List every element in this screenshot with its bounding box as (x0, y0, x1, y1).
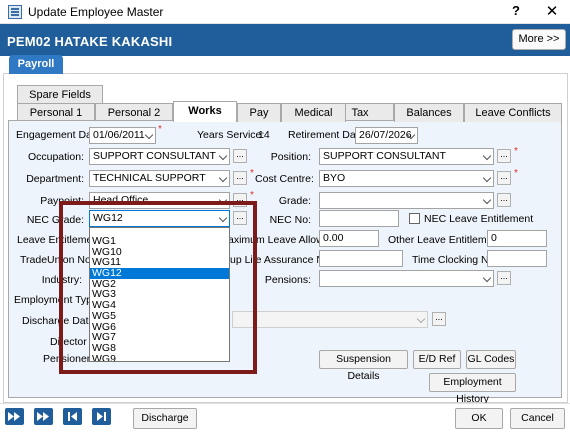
nec-grade-dropdown-list[interactable]: WG1 WG10 WG11 WG12 WG2 WG3 WG4 WG5 WG6 WG7 WG8 WG9 (89, 227, 230, 362)
max-leave-field[interactable]: 0.00 (319, 230, 379, 247)
occupation-label: Occupation: (27, 151, 84, 163)
required-marker: * (514, 168, 518, 179)
window-title: Update Employee Master (28, 5, 164, 19)
pensions-lookup-button[interactable]: ... (497, 271, 511, 285)
employment-history-button[interactable]: Employment History (429, 373, 516, 405)
help-button[interactable]: ? (508, 3, 524, 18)
grade-select[interactable] (319, 192, 494, 209)
years-service-value: 14 (258, 129, 270, 141)
industry-label: Industry: (41, 274, 82, 286)
tab-works[interactable]: Works (173, 101, 237, 122)
nec-grade-lookup-button[interactable]: ... (233, 211, 247, 225)
discharge-date-label: Discharge Date: (22, 315, 98, 327)
occupation-lookup-button[interactable]: ... (233, 149, 247, 163)
close-button[interactable]: ✕ (544, 2, 560, 20)
grade-label: Grade: (278, 195, 311, 207)
required-marker: * (250, 190, 254, 201)
gl-codes-button[interactable]: GL Codes (466, 350, 516, 369)
cost-centre-select[interactable]: BYO (319, 170, 494, 187)
nec-no-label: NEC No: (269, 214, 311, 226)
position-select[interactable]: SUPPORT CONSULTANT (319, 148, 494, 165)
required-marker: * (158, 124, 162, 135)
nec-grade-option[interactable]: WG5 (90, 311, 229, 322)
required-marker: * (250, 168, 254, 179)
retirement-date-picker[interactable]: 26/07/2026 (355, 127, 418, 144)
tab-spare-fields[interactable]: Spare Fields (17, 85, 103, 104)
pensions-label: Pensions: (264, 274, 311, 286)
nec-leave-label: NEC Leave Entitlement (424, 213, 534, 225)
employee-title: PEM02 HATAKE KAKASHI (7, 34, 173, 49)
tab-payroll[interactable]: Payroll (9, 55, 63, 74)
employment-type-label: Employment Type: (14, 294, 101, 306)
department-select[interactable]: TECHNICAL SUPPORT (89, 170, 230, 187)
life-assurance-field[interactable] (319, 250, 403, 267)
discharge-button[interactable]: Discharge (133, 408, 197, 429)
trade-union-label: TradeUnion No.: (20, 254, 97, 266)
occupation-select[interactable]: SUPPORT CONSULTANT (89, 148, 230, 165)
tab-leave-conflicts[interactable]: Leave Conflicts (464, 103, 562, 122)
engagement-date-picker[interactable]: 01/06/2011 (89, 127, 156, 144)
suspension-details-button[interactable]: Suspension Details (319, 350, 408, 382)
nec-grade-label: NEC Grade: (26, 214, 84, 226)
cost-centre-lookup-button[interactable]: ... (497, 171, 511, 185)
cost-centre-label: Cost Centre: (255, 173, 314, 185)
position-label: Position: (270, 151, 311, 163)
paypoint-lookup-button[interactable]: ... (233, 193, 247, 207)
years-service-label: Years Service: (197, 129, 265, 141)
tab-balances[interactable]: Balances (394, 103, 464, 122)
life-assurance-label: up Life Assurance No. (230, 254, 333, 266)
tab-pay[interactable]: Pay (237, 103, 281, 122)
grade-lookup-button[interactable]: ... (497, 193, 511, 207)
nec-grade-option[interactable]: WG9 (90, 353, 229, 361)
nec-leave-checkbox[interactable] (409, 213, 420, 224)
position-lookup-button[interactable]: ... (497, 149, 511, 163)
nec-no-field[interactable] (319, 210, 399, 227)
nec-grade-option[interactable]: WG8 (90, 343, 229, 354)
department-lookup-button[interactable]: ... (233, 171, 247, 185)
paypoint-label: Paypoint: (40, 195, 84, 207)
paypoint-select[interactable]: Head Office (89, 192, 230, 209)
pensioner-label: Pensioner (43, 353, 91, 365)
other-leave-field[interactable]: 0 (487, 230, 547, 247)
required-marker: * (514, 146, 518, 157)
director-label: Director (50, 336, 87, 348)
time-clocking-field[interactable] (487, 250, 547, 267)
nec-grade-select[interactable]: WG12 (89, 210, 230, 227)
app-icon (8, 5, 22, 19)
previous-record-button[interactable] (63, 408, 82, 425)
tab-medical[interactable]: Medical (281, 103, 346, 122)
last-record-button[interactable] (92, 408, 111, 425)
pensions-select[interactable] (319, 270, 494, 287)
ok-button[interactable]: OK (455, 408, 503, 429)
discharge-reason-select[interactable] (232, 311, 428, 328)
cancel-button[interactable]: Cancel (510, 408, 565, 429)
department-label: Department: (26, 173, 84, 185)
more-button[interactable]: More >> (512, 29, 566, 50)
first-record-button[interactable] (5, 408, 24, 425)
ed-ref-button[interactable]: E/D Ref (413, 350, 461, 369)
next-record-button[interactable] (34, 408, 53, 425)
discharge-reason-lookup-button[interactable]: ... (432, 312, 446, 326)
